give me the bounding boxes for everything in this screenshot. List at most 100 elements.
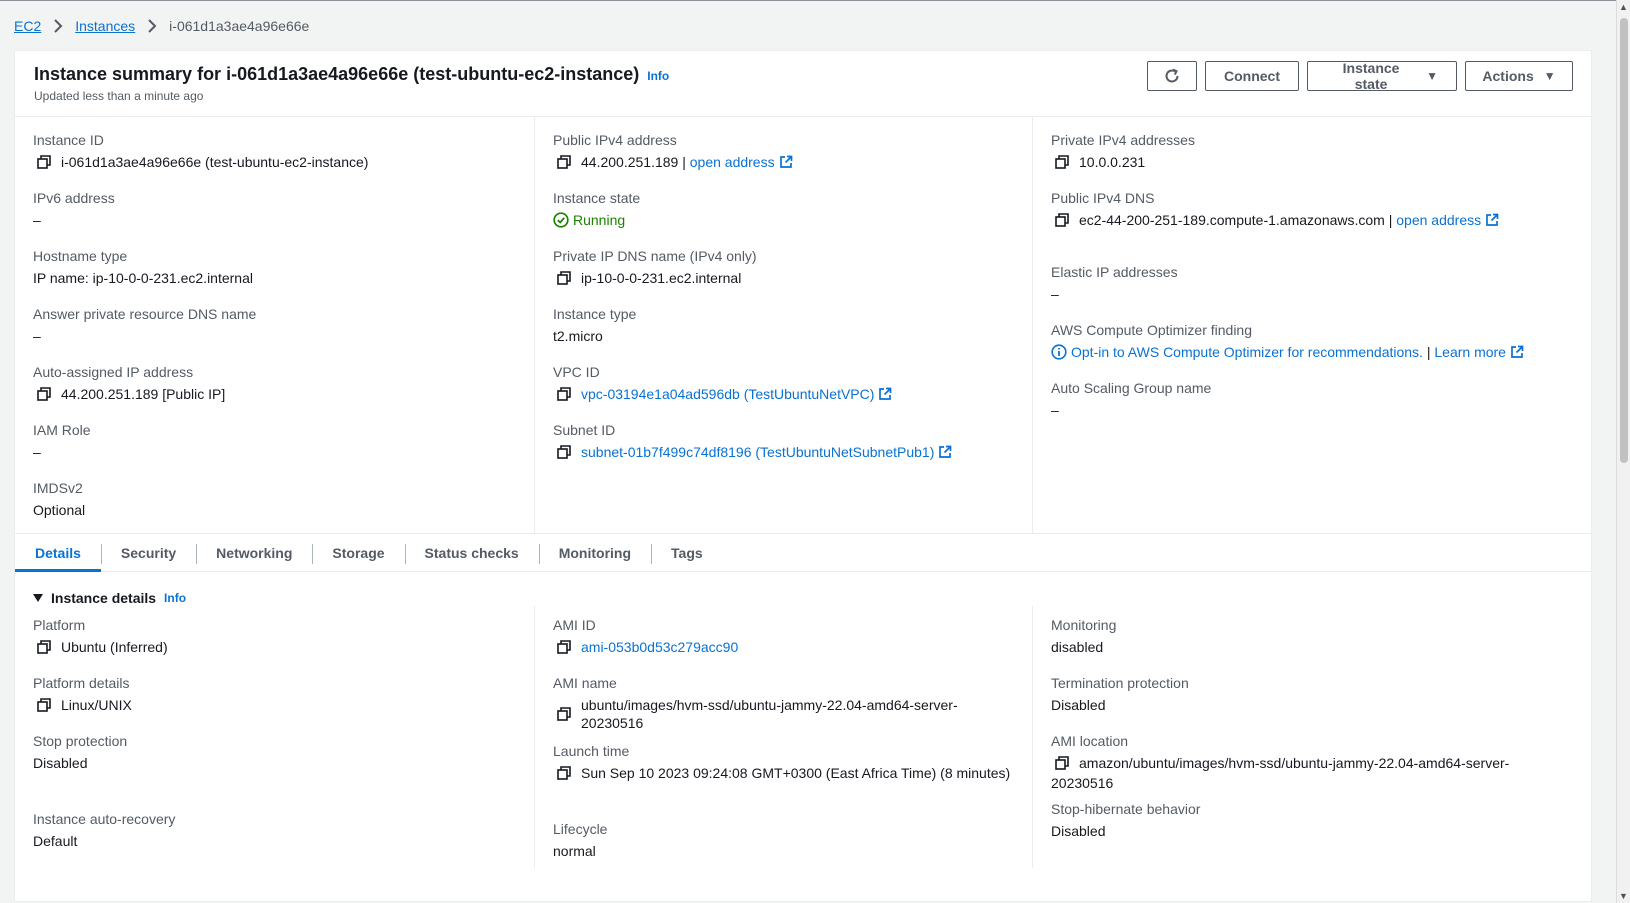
details-column-1: Platform Ubuntu (Inferred) Platform deta… (15, 606, 534, 868)
separator: | (1422, 344, 1435, 360)
copy-icon[interactable] (37, 387, 51, 401)
field-instance-type: Instance type t2.micro (553, 305, 1014, 349)
page-title-text: Instance summary for i-061d1a3ae4a96e66e… (34, 64, 640, 84)
instance-id-value: i-061d1a3ae4a96e66e (test-ubuntu-ec2-ins… (61, 154, 369, 170)
private-ipv4-value: 10.0.0.231 (1079, 154, 1146, 170)
field-label: IPv6 address (33, 190, 115, 206)
tab-status-checks[interactable]: Status checks (404, 534, 539, 571)
summary-column-2: Public IPv4 address 44.200.251.189 | ope… (534, 117, 1032, 533)
field-label: Instance auto-recovery (33, 811, 176, 827)
copy-icon[interactable] (1055, 155, 1069, 169)
open-address-link[interactable]: open address (1396, 211, 1481, 229)
refresh-button[interactable] (1147, 61, 1197, 91)
copy-icon[interactable] (37, 155, 51, 169)
copy-icon[interactable] (557, 766, 571, 780)
field-label: IMDSv2 (33, 480, 83, 496)
field-lifecycle: Lifecycle normal (553, 820, 1014, 868)
instance-details-header[interactable]: Instance details Info (15, 572, 1591, 606)
field-label: Lifecycle (553, 821, 608, 837)
field-label: Public IPv4 address (553, 132, 677, 148)
tab-monitoring[interactable]: Monitoring (538, 534, 651, 571)
field-label: Subnet ID (553, 422, 616, 438)
instance-state-button[interactable]: Instance state ▼ (1307, 60, 1457, 92)
connect-button[interactable]: Connect (1205, 61, 1299, 91)
tab-tags[interactable]: Tags (651, 534, 723, 571)
ami-id-link[interactable]: ami-053b0d53c279acc90 (581, 638, 738, 656)
subnet-id-link[interactable]: subnet-01b7f499c74df8196 (TestUbuntuNetS… (581, 443, 934, 461)
copy-icon[interactable] (557, 387, 571, 401)
field-subnet-id: Subnet ID subnet-01b7f499c74df8196 (Test… (553, 421, 1014, 465)
check-circle-icon (553, 212, 569, 228)
info-link[interactable]: Info (647, 69, 669, 83)
ami-location-value-cont: 20230516 (1051, 775, 1114, 791)
copy-icon[interactable] (37, 640, 51, 654)
field-auto-recovery: Instance auto-recovery Default (33, 810, 516, 858)
page-scrollbar[interactable]: ▲ ▼ (1616, 0, 1630, 903)
copy-icon[interactable] (557, 155, 571, 169)
details-tabs: Details Security Networking Storage Stat… (15, 534, 1591, 572)
copy-icon[interactable] (37, 698, 51, 712)
field-label: AWS Compute Optimizer finding (1051, 322, 1252, 338)
public-dns-value: ec2-44-200-251-189.compute-1.amazonaws.c… (1079, 212, 1385, 228)
learn-more-link[interactable]: Learn more (1434, 343, 1506, 361)
field-label: Termination protection (1051, 675, 1189, 691)
separator: | (678, 154, 690, 170)
field-ami-id: AMI ID ami-053b0d53c279acc90 (553, 616, 1014, 664)
field-label: Platform (33, 617, 86, 633)
compute-optimizer-link[interactable]: Opt-in to AWS Compute Optimizer for reco… (1071, 343, 1423, 361)
field-private-ipv4: Private IPv4 addresses 10.0.0.231 (1051, 131, 1573, 175)
field-compute-optimizer: AWS Compute Optimizer finding Opt-in to … (1051, 321, 1573, 365)
copy-icon[interactable] (557, 445, 571, 459)
info-link[interactable]: Info (164, 591, 186, 605)
page-title: Instance summary for i-061d1a3ae4a96e66e… (34, 64, 669, 85)
scroll-up-icon[interactable]: ▲ (1619, 2, 1628, 12)
scrollbar-thumb[interactable] (1620, 18, 1628, 463)
field-label: Public IPv4 DNS (1051, 190, 1155, 206)
copy-icon[interactable] (557, 707, 571, 721)
actions-button[interactable]: Actions ▼ (1465, 61, 1573, 91)
field-auto-assigned-ip: Auto-assigned IP address 44.200.251.189 … (33, 363, 516, 407)
field-public-dns: Public IPv4 DNS ec2-44-200-251-189.compu… (1051, 189, 1573, 233)
field-vpc-id: VPC ID vpc-03194e1a04ad596db (TestUbuntu… (553, 363, 1014, 407)
copy-icon[interactable] (1055, 213, 1069, 227)
field-label: AMI name (553, 675, 617, 691)
breadcrumb-ec2[interactable]: EC2 (14, 18, 41, 34)
scroll-down-icon[interactable]: ▼ (1619, 891, 1628, 901)
imdsv2-value: Optional (33, 502, 86, 518)
summary-column-1: Instance ID i-061d1a3ae4a96e66e (test-ub… (15, 117, 534, 533)
actions-label: Actions (1482, 68, 1534, 84)
field-label: VPC ID (553, 364, 600, 380)
tab-storage[interactable]: Storage (312, 534, 404, 571)
external-link-icon[interactable] (779, 155, 793, 169)
external-link-icon[interactable] (878, 387, 892, 401)
tab-security[interactable]: Security (100, 534, 196, 571)
field-hostname-type: Hostname type IP name: ip-10-0-0-231.ec2… (33, 247, 516, 291)
field-label: Private IP DNS name (IPv4 only) (553, 248, 757, 264)
copy-icon[interactable] (557, 640, 571, 654)
copy-icon[interactable] (557, 271, 571, 285)
stop-hibernate-value: Disabled (1051, 823, 1106, 839)
stop-protection-value: Disabled (33, 755, 88, 771)
breadcrumb-current: i-061d1a3ae4a96e66e (169, 18, 310, 34)
field-imdsv2: IMDSv2 Optional (33, 479, 516, 523)
chevron-right-icon (54, 19, 63, 33)
external-link-icon[interactable] (1510, 345, 1524, 359)
external-link-icon[interactable] (938, 445, 952, 459)
open-address-link[interactable]: open address (690, 153, 775, 171)
field-label: AMI ID (553, 617, 596, 633)
field-platform-details: Platform details Linux/UNIX (33, 674, 516, 722)
field-platform: Platform Ubuntu (Inferred) (33, 616, 516, 664)
instance-state-value: Running (573, 212, 626, 228)
tab-networking[interactable]: Networking (196, 534, 312, 571)
copy-icon[interactable] (1055, 756, 1069, 770)
field-iam-role: IAM Role – (33, 421, 516, 465)
section-title: Instance details (51, 590, 157, 606)
vpc-id-link[interactable]: vpc-03194e1a04ad596db (TestUbuntuNetVPC) (581, 385, 874, 403)
field-termination-protection: Termination protection Disabled (1051, 674, 1573, 722)
external-link-icon[interactable] (1485, 213, 1499, 227)
field-answer-dns: Answer private resource DNS name – (33, 305, 516, 349)
tab-details[interactable]: Details (15, 534, 101, 572)
field-label: Answer private resource DNS name (33, 306, 257, 322)
field-label: Auto Scaling Group name (1051, 380, 1212, 396)
breadcrumb-instances[interactable]: Instances (75, 18, 135, 34)
